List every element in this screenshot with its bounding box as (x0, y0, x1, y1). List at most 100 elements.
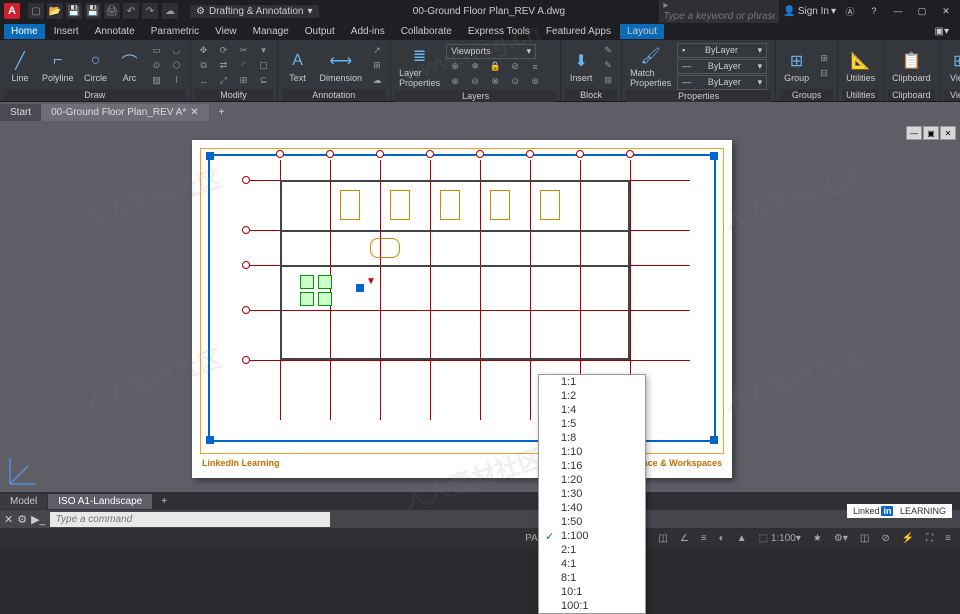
tab-express[interactable]: Express Tools (461, 24, 537, 39)
scale-option[interactable]: 10:1 (539, 585, 645, 599)
match-properties-button[interactable]: 🖌Match Properties (626, 42, 675, 90)
tab-view[interactable]: View (208, 24, 244, 39)
annoscale-icon[interactable]: ▲ (734, 533, 750, 544)
annotation-visibility-icon[interactable]: ★ (810, 533, 825, 544)
paper-space[interactable]: LinkedIn Learning AutoCAD: Space & Works… (192, 140, 732, 478)
scale-icon[interactable]: ⤢ (215, 74, 233, 88)
view-button[interactable]: ⊞View (944, 42, 960, 89)
customize-status-icon[interactable]: ≡ (942, 533, 954, 544)
linetype-dropdown[interactable]: — ByLayer▾ (677, 75, 767, 90)
rotate-icon[interactable]: ⟳ (215, 44, 233, 58)
group-button[interactable]: ⊞Group (780, 42, 813, 89)
leader-icon[interactable]: ↗ (368, 44, 386, 58)
doc-restore[interactable]: ▣ (923, 126, 939, 140)
copy-icon[interactable]: ⧉ (195, 59, 213, 73)
customize-icon[interactable]: ⚙ (17, 513, 27, 526)
doc-minimize[interactable]: — (906, 126, 922, 140)
new-icon[interactable]: ▢ (28, 3, 44, 19)
grip-bottom-right[interactable] (710, 436, 718, 444)
tab-home[interactable]: Home (4, 24, 45, 39)
redo-icon[interactable]: ↷ (142, 3, 158, 19)
hatch-icon[interactable]: ▨ (148, 74, 166, 88)
scale-option[interactable]: 1:40 (539, 501, 645, 515)
doc-close[interactable]: ✕ (940, 126, 956, 140)
scale-option[interactable]: 1:30 (539, 487, 645, 501)
tab-featured[interactable]: Featured Apps (539, 24, 618, 39)
arc-button[interactable]: ⌒Arc (114, 42, 146, 89)
maximize-button[interactable]: ▢ (912, 4, 932, 18)
insert-button[interactable]: ⬇Insert (565, 42, 597, 89)
layer-properties-button[interactable]: ≣Layer Properties (395, 42, 444, 90)
text-button[interactable]: AText (282, 42, 314, 89)
command-input[interactable] (50, 512, 330, 527)
osnap-icon[interactable]: ◫ (655, 533, 670, 544)
help-icon[interactable]: ? (864, 4, 884, 18)
mirror-icon[interactable]: ⇄ (215, 59, 233, 73)
tab-output[interactable]: Output (298, 24, 342, 39)
save-icon[interactable]: 💾 (66, 3, 82, 19)
undo-icon[interactable]: ↶ (123, 3, 139, 19)
scale-option[interactable]: 1:20 (539, 473, 645, 487)
grip-top-right[interactable] (710, 152, 718, 160)
app-icon[interactable]: A (4, 3, 20, 19)
new-tab-button[interactable]: + (209, 104, 235, 121)
scale-option[interactable]: 8:1 (539, 571, 645, 585)
viewport-scale-grip[interactable] (366, 276, 378, 288)
array-icon[interactable]: ⊞ (235, 74, 253, 88)
tab-collaborate[interactable]: Collaborate (394, 24, 459, 39)
scale-option[interactable]: 1:4 (539, 403, 645, 417)
workspace-icon[interactable]: ⚙▾ (831, 533, 851, 544)
plot-icon[interactable]: 🖨 (104, 3, 120, 19)
scale-option[interactable]: 1:10 (539, 445, 645, 459)
layer-dropdown[interactable]: Viewports▾ (446, 44, 536, 59)
scale-option[interactable]: 1:8 (539, 431, 645, 445)
scale-option[interactable]: 1:50 (539, 515, 645, 529)
add-layout-button[interactable]: + (153, 494, 175, 509)
polyline-button[interactable]: ⌐Polyline (38, 42, 78, 89)
tab-insert[interactable]: Insert (47, 24, 86, 39)
scale-option[interactable]: 1:100 (539, 529, 645, 543)
isolate-icon[interactable]: ⊘ (878, 533, 892, 544)
scale-option[interactable]: 1:5 (539, 417, 645, 431)
hardware-accel-icon[interactable]: ⚡ (899, 533, 917, 544)
utilities-button[interactable]: 📐Utilities (842, 42, 879, 89)
create-block-icon[interactable]: ✎ (599, 44, 617, 58)
file-tab-active[interactable]: 00-Ground Floor Plan_REV A* ✕ (41, 104, 208, 121)
sign-in-button[interactable]: 👤 Sign In ▾ (783, 6, 836, 17)
help-search[interactable]: ▸ (659, 0, 779, 23)
search-input[interactable] (663, 11, 775, 22)
tab-addins[interactable]: Add-ins (344, 24, 392, 39)
tab-layout[interactable]: Layout (620, 24, 664, 39)
workspace-selector[interactable]: ⚙ Drafting & Annotation ▾ (190, 5, 319, 18)
scale-option[interactable]: 1:16 (539, 459, 645, 473)
close-button[interactable]: ✕ (936, 4, 956, 18)
transparency-icon[interactable]: ◐ (716, 533, 728, 544)
fillet-icon[interactable]: ◜ (235, 59, 253, 73)
monitor-icon[interactable]: ◫ (857, 533, 872, 544)
scale-option[interactable]: 4:1 (539, 557, 645, 571)
tab-manage[interactable]: Manage (246, 24, 296, 39)
clipboard-button[interactable]: 📋Clipboard (888, 42, 935, 89)
grip-top-left[interactable] (206, 152, 214, 160)
otrack-icon[interactable]: ∠ (677, 533, 692, 544)
lineweight-icon[interactable]: ≡ (698, 533, 710, 544)
ribbon-minimize-icon[interactable]: ▣▾ (928, 24, 956, 39)
table-icon[interactable]: ⊞ (368, 59, 386, 73)
scale-option[interactable]: 1:1 (539, 375, 645, 389)
line-button[interactable]: ╱Line (4, 42, 36, 89)
share-icon[interactable]: ☁ (162, 3, 178, 19)
ucs-icon[interactable] (6, 448, 46, 488)
cleanscreen-icon[interactable]: ⛶ (923, 533, 936, 544)
trim-icon[interactable]: ✂ (235, 44, 253, 58)
scale-option[interactable]: 2:1 (539, 543, 645, 557)
close-tab-icon[interactable]: ✕ (190, 107, 198, 118)
viewport-scale-display[interactable]: ⬚ 1:100▾ (756, 533, 804, 544)
tab-parametric[interactable]: Parametric (144, 24, 206, 39)
rect-icon[interactable]: ▭ (148, 44, 166, 58)
grip-bottom-left[interactable] (206, 436, 214, 444)
scale-option[interactable]: 1:2 (539, 389, 645, 403)
dimension-button[interactable]: ⟷Dimension (316, 42, 367, 89)
grip-center[interactable] (356, 284, 364, 292)
color-dropdown[interactable]: ▪ ByLayer▾ (677, 43, 767, 58)
circle-button[interactable]: ○Circle (80, 42, 112, 89)
